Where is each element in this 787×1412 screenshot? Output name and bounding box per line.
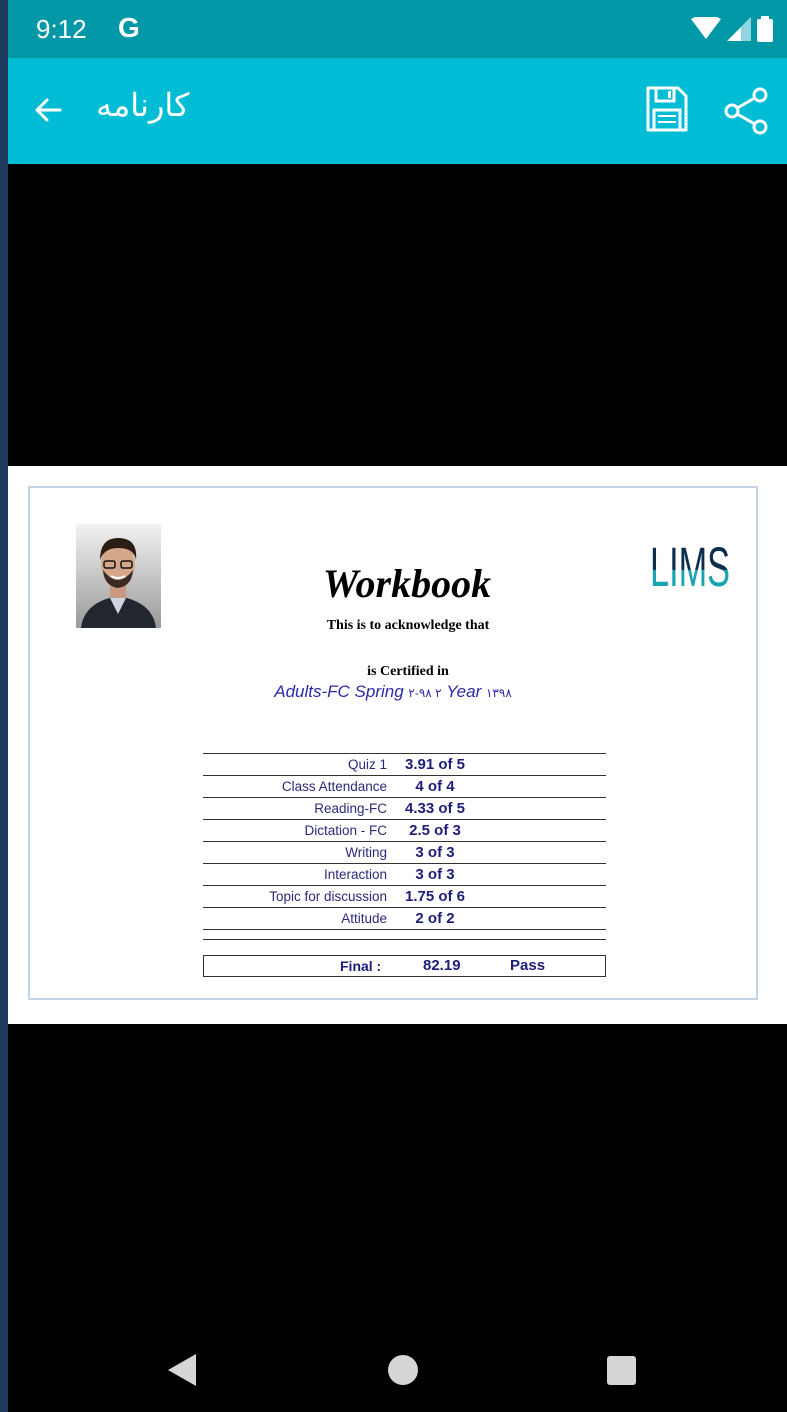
- certificate-card: LIMS Workbook This is to acknowledge tha…: [28, 486, 758, 1000]
- grade-row: Attitude 2 of 2: [203, 907, 606, 930]
- grade-label: Topic for discussion: [203, 885, 387, 908]
- grade-row: Class Attendance 4 of 4: [203, 775, 606, 798]
- final-status: Pass: [510, 957, 546, 974]
- grade-value: 3 of 3: [387, 841, 483, 864]
- certificate-title: Workbook: [322, 561, 492, 606]
- nav-home-icon[interactable]: [388, 1355, 418, 1385]
- arrow-left-icon[interactable]: [30, 92, 66, 128]
- course-code: ۲-۹۸ ۲: [408, 686, 442, 700]
- grade-row-empty: [203, 929, 606, 940]
- course-line: Adults-FC Spring ۲-۹۸ ۲ Year ۱۳۹۸: [30, 682, 756, 702]
- grade-spacer: [483, 885, 606, 908]
- image-letterbox-bottom: [8, 1024, 787, 1412]
- image-letterbox-top: [8, 164, 787, 466]
- grade-spacer: [483, 819, 606, 842]
- grade-label: Quiz 1: [203, 753, 387, 776]
- status-icons: [691, 16, 773, 42]
- grade-label: Dictation - FC: [203, 819, 387, 842]
- grade-spacer: [483, 907, 606, 930]
- final-score: 82.19: [423, 957, 461, 974]
- grade-spacer: [483, 753, 606, 776]
- grade-row: Reading-FC 4.33 of 5: [203, 797, 606, 820]
- grade-label: Writing: [203, 841, 387, 864]
- frame-edge: [0, 0, 8, 1412]
- year-label: Year: [446, 682, 482, 701]
- grade-row: Quiz 1 3.91 of 5: [203, 753, 606, 776]
- certified-in-text: is Certified in: [367, 664, 449, 679]
- course-name: Adults-FC Spring: [274, 682, 404, 701]
- final-result: Final : 82.19 Pass: [203, 955, 606, 977]
- grade-value: 3 of 3: [387, 863, 483, 886]
- grade-label: Reading-FC: [203, 797, 387, 820]
- grades-table: Quiz 1 3.91 of 5 Class Attendance 4 of 4 Rea…: [203, 753, 606, 940]
- status-bar: 9:12 G: [8, 0, 787, 58]
- grade-spacer: [483, 797, 606, 820]
- floppy-disk-icon[interactable]: [644, 84, 690, 134]
- nav-back-icon[interactable]: [168, 1354, 198, 1386]
- grade-label: Interaction: [203, 863, 387, 886]
- grade-row: Interaction 3 of 3: [203, 863, 606, 886]
- page-title: کارنامه: [96, 87, 190, 123]
- grade-value: 4 of 4: [387, 775, 483, 798]
- grade-spacer: [483, 863, 606, 886]
- grade-value: 3.91 of 5: [387, 753, 483, 776]
- status-time: 9:12: [36, 14, 87, 44]
- final-label: Final :: [340, 958, 382, 974]
- battery-icon: [757, 16, 773, 42]
- app-bar: کارنامه: [8, 58, 787, 164]
- grade-label: Class Attendance: [203, 775, 387, 798]
- grade-value: 2.5 of 3: [387, 819, 483, 842]
- grade-spacer: [483, 775, 606, 798]
- year-value: ۱۳۹۸: [485, 686, 512, 700]
- nav-recents-icon[interactable]: [607, 1356, 636, 1385]
- grade-row: Writing 3 of 3: [203, 841, 606, 864]
- share-icon[interactable]: [720, 86, 770, 136]
- grade-value: 4.33 of 5: [387, 797, 483, 820]
- grade-value: 2 of 2: [387, 907, 483, 930]
- grade-label: Attitude: [203, 907, 387, 930]
- grade-row: Dictation - FC 2.5 of 3: [203, 819, 606, 842]
- signal-icon: [727, 17, 751, 41]
- wifi-icon: [691, 17, 721, 39]
- acknowledge-text: This is to acknowledge that: [326, 618, 490, 633]
- google-icon: G: [118, 12, 140, 43]
- grade-row: Topic for discussion 1.75 of 6: [203, 885, 606, 908]
- grade-value: 1.75 of 6: [387, 885, 483, 908]
- grade-spacer: [483, 841, 606, 864]
- certificate-image[interactable]: LIMS Workbook This is to acknowledge tha…: [8, 466, 787, 1024]
